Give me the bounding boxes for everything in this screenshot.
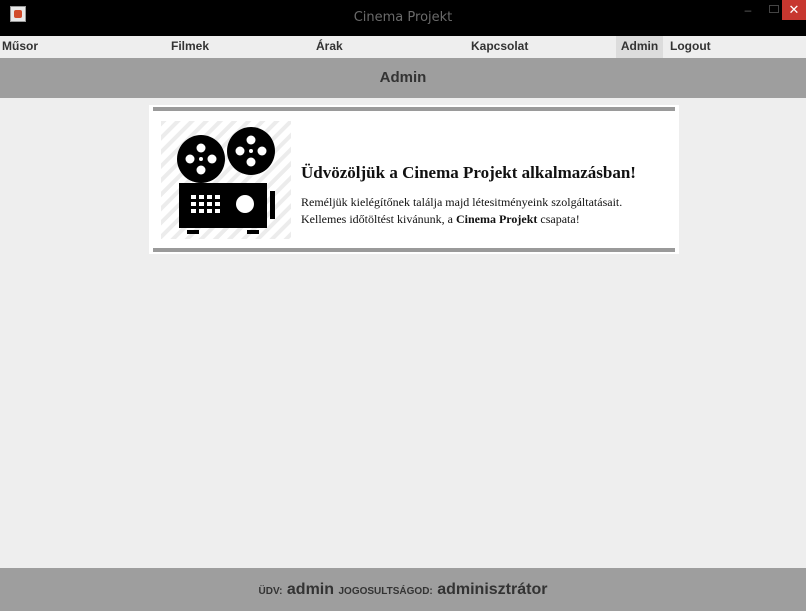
menu-item-kapcsolat[interactable]: Kapcsolat	[471, 36, 571, 58]
menu-bar: Műsor Filmek Árak Kapcsolat Admin Logout	[0, 36, 806, 58]
welcome-line-2-brand: Cinema Projekt	[455, 212, 538, 226]
maximize-icon	[769, 5, 779, 13]
welcome-line-2-prefix: Kellemes időtöltést kivánunk, a	[301, 212, 456, 226]
main-content: Üdvözöljük a Cinema Projekt alkalmazásba…	[0, 98, 806, 568]
role-label: JOGOSULTSÁGOD:	[338, 586, 433, 597]
close-button[interactable]: ✕	[782, 0, 806, 20]
menu-item-logout[interactable]: Logout	[670, 36, 730, 58]
menu-item-admin[interactable]: Admin	[616, 36, 663, 58]
film-projector-icon	[161, 121, 291, 239]
welcome-panel: Üdvözöljük a Cinema Projekt alkalmazásba…	[149, 105, 679, 254]
menu-item-filmek[interactable]: Filmek	[171, 36, 271, 58]
divider	[153, 248, 675, 252]
minimize-button[interactable]: –	[735, 0, 761, 20]
welcome-line-1: Reméljük kielégítőnek találja majd létes…	[301, 195, 623, 209]
username: admin	[286, 581, 335, 598]
menu-item-arak[interactable]: Árak	[316, 36, 416, 58]
greeting-label: ÜDV:	[258, 586, 283, 597]
window-title: Cinema Projekt	[353, 10, 453, 25]
title-bar: Cinema Projekt – ✕	[0, 0, 806, 36]
welcome-line-2-suffix: csapata!	[537, 212, 580, 226]
divider	[153, 107, 675, 111]
user-role: adminisztrátor	[437, 581, 548, 598]
page-title: Admin	[379, 69, 427, 86]
menu-item-musor[interactable]: Műsor	[0, 36, 150, 58]
welcome-line-2: Kellemes időtöltést kivánunk, a Cinema P…	[301, 211, 676, 228]
page-header: Admin	[0, 58, 806, 98]
welcome-heading: Üdvözöljük a Cinema Projekt alkalmazásba…	[301, 163, 636, 182]
status-footer: ÜDV: admin JOGOSULTSÁGOD: adminisztrátor	[0, 568, 806, 611]
welcome-message: Reméljük kielégítőnek találja majd létes…	[301, 194, 676, 228]
